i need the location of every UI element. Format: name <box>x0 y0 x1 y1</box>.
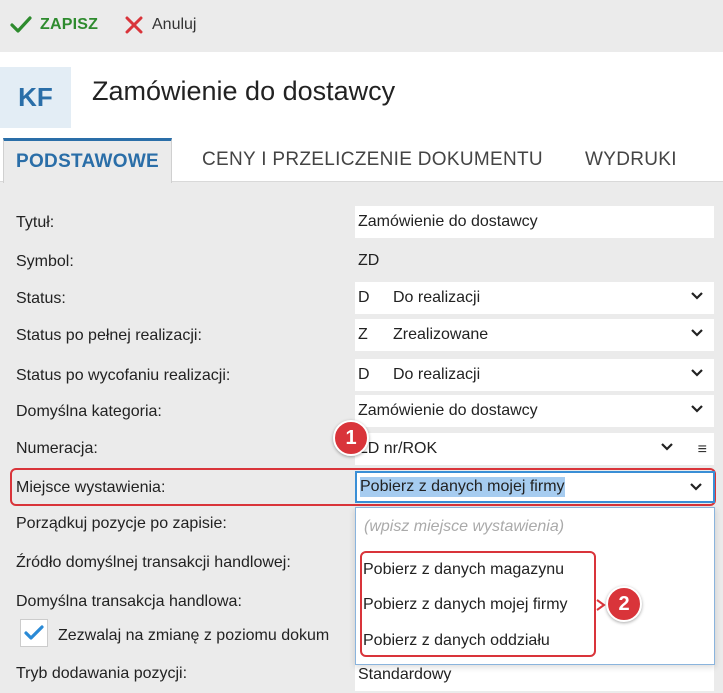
dropdown-placeholder[interactable]: (wpisz miejsce wystawienia) <box>364 518 564 536</box>
cancel-button[interactable]: Anuluj <box>125 11 196 39</box>
dropdown-option[interactable]: Pobierz z danych oddziału <box>363 632 550 650</box>
status-revoke-code: D <box>358 366 370 383</box>
status-full-label: Status po pełnej realizacji: <box>16 327 202 344</box>
chevron-down-icon <box>691 329 703 337</box>
checkmark-icon <box>10 16 32 34</box>
tab-podstawowe[interactable]: PODSTAWOWE <box>3 138 173 183</box>
cancel-label: Anuluj <box>152 16 197 33</box>
status-revoke-select[interactable]: D Do realizacji <box>355 359 714 391</box>
allow-change-label: Zezwalaj na zmianę z poziomu dokum <box>58 627 330 644</box>
place-select[interactable]: Pobierz z danych mojej firmy <box>355 471 715 503</box>
status-revoke-label: Status po wycofaniu realizacji: <box>16 367 231 384</box>
place-label: Miejsce wystawienia: <box>16 479 166 496</box>
chevron-down-icon <box>690 483 702 491</box>
category-value: Zamówienie do dostawcy <box>358 402 538 419</box>
chevron-down-icon <box>661 443 673 451</box>
status-select[interactable]: D Do realizacji <box>355 282 714 314</box>
category-label: Domyślna kategoria: <box>16 403 162 420</box>
title-label: Tytuł: <box>16 214 55 231</box>
toolbar: ZAPISZ Anuluj <box>0 0 723 52</box>
save-button[interactable]: ZAPISZ <box>10 11 98 39</box>
tab-wydruki[interactable]: WYDRUKI <box>585 138 677 182</box>
checkmark-icon <box>24 625 44 640</box>
chevron-down-icon <box>691 405 703 413</box>
status-revoke-value: Do realizacji <box>393 366 481 383</box>
symbol-value: ZD <box>358 252 380 269</box>
category-select[interactable]: Zamówienie do dostawcy <box>355 395 714 427</box>
add-mode-value: Standardowy <box>358 666 452 683</box>
status-full-select[interactable]: Z Zrealizowane <box>355 319 714 351</box>
source-trans-label: Źródło domyślnej transakcji handlowej: <box>16 554 291 571</box>
status-label: Status: <box>16 290 66 307</box>
order-items-label: Porządkuj pozycje po zapisie: <box>16 515 227 532</box>
place-value: Pobierz z danych mojej firmy <box>360 477 565 497</box>
annotation-badge-2: 2 <box>606 586 642 622</box>
annotation-badge-1: 1 <box>333 420 369 456</box>
dropdown-option[interactable]: Pobierz z danych magazynu <box>363 561 564 579</box>
document-header: KF Zamówienie do dostawcy <box>0 52 723 138</box>
numbering-value: ZD nr/ROK <box>358 440 438 457</box>
status-code: D <box>358 289 370 306</box>
add-mode-label: Tryb dodawania pozycji: <box>16 665 188 682</box>
form-area: Tytuł: Zamówienie do dostawcy Symbol: ZD… <box>0 182 723 693</box>
allow-change-checkbox[interactable] <box>20 619 48 647</box>
page-title: Zamówienie do dostawcy <box>92 76 396 106</box>
numbering-label: Numeracja: <box>16 440 98 457</box>
chevron-down-icon <box>691 292 703 300</box>
default-trans-label: Domyślna transakcja handlowa: <box>16 593 242 610</box>
symbol-field: ZD <box>355 245 714 277</box>
place-dropdown-list: (wpisz miejsce wystawienia) Pobierz z da… <box>355 507 715 665</box>
status-value: Do realizacji <box>393 289 481 306</box>
dropdown-option[interactable]: Pobierz z danych mojej firmy <box>363 596 568 614</box>
chevron-down-icon <box>691 369 703 377</box>
status-full-value: Zrealizowane <box>393 326 489 343</box>
numbering-select[interactable]: ZD nr/ROK ≡ <box>355 433 714 465</box>
symbol-label: Symbol: <box>16 253 74 270</box>
save-label: ZAPISZ <box>40 16 99 33</box>
hamburger-icon[interactable]: ≡ <box>698 441 707 459</box>
module-badge: KF <box>0 67 71 128</box>
status-full-code: Z <box>358 326 368 343</box>
x-icon <box>125 16 143 34</box>
tab-ceny[interactable]: CENY I PRZELICZENIE DOKUMENTU <box>202 138 543 182</box>
tab-bar: PODSTAWOWE CENY I PRZELICZENIE DOKUMENTU… <box>0 138 723 183</box>
title-input[interactable]: Zamówienie do dostawcy <box>355 206 714 238</box>
title-value: Zamówienie do dostawcy <box>358 213 538 230</box>
